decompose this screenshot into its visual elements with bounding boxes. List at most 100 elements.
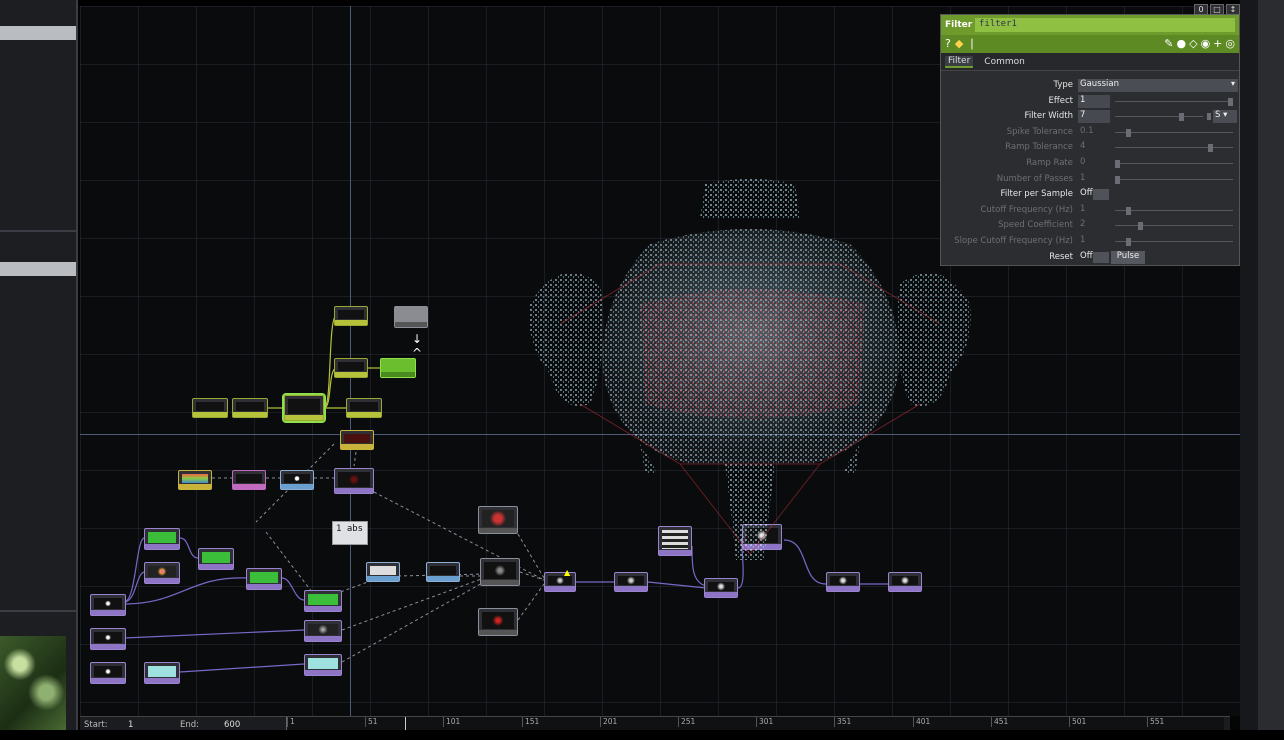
- timeline-ruler[interactable]: 1 51 101 151 201 251 301 351 401 451 501 551: [286, 717, 1224, 731]
- param-value-field[interactable]: 0.1: [1078, 126, 1110, 139]
- slider-handle[interactable]: [1126, 206, 1131, 215]
- top-node[interactable]: [826, 572, 860, 592]
- param-slider[interactable]: [1115, 238, 1233, 246]
- maximize-button[interactable]: □: [1210, 4, 1224, 15]
- param-slider[interactable]: [1115, 222, 1233, 231]
- type-menu[interactable]: Gaussian ▾: [1078, 79, 1238, 92]
- timeline-tick: 451: [991, 717, 1008, 727]
- left-pane-header-bar[interactable]: [0, 262, 76, 276]
- param-slider[interactable]: [1115, 144, 1233, 153]
- param-value-field[interactable]: 2: [1078, 219, 1110, 232]
- filter-width-handle[interactable]: [1207, 113, 1211, 121]
- param-slider[interactable]: [1115, 160, 1233, 168]
- param-row: Ramp Rate 0: [941, 157, 1241, 171]
- viewer-icon[interactable]: ◉: [1201, 38, 1211, 50]
- chop-node[interactable]: [232, 398, 268, 418]
- top-node[interactable]: [280, 470, 314, 490]
- chop-node[interactable]: [334, 306, 368, 326]
- top-node[interactable]: [144, 528, 180, 550]
- top-node[interactable]: [178, 470, 212, 490]
- param-slider[interactable]: [1115, 206, 1233, 215]
- pulse-button[interactable]: Pulse: [1111, 250, 1145, 264]
- param-value-field[interactable]: 1: [1078, 173, 1110, 186]
- top-node[interactable]: [144, 662, 180, 684]
- slider-handle[interactable]: [1208, 144, 1213, 153]
- left-pane-header-bar[interactable]: [0, 26, 76, 40]
- slider-handle[interactable]: [1138, 222, 1143, 231]
- info-icon[interactable]: ❘: [967, 38, 976, 50]
- top-node[interactable]: [478, 506, 518, 534]
- timeline-playhead[interactable]: [405, 717, 406, 731]
- abs-text-node[interactable]: 1 abs: [332, 521, 368, 545]
- collapse-button[interactable]: ↕: [1226, 4, 1240, 15]
- slider-handle[interactable]: [1179, 113, 1184, 122]
- param-slider[interactable]: [1115, 128, 1233, 137]
- chop-node[interactable]: [346, 398, 382, 418]
- param-row: Slope Cutoff Frequency (Hz) 1: [941, 235, 1241, 249]
- top-wire: [123, 629, 305, 639]
- top-node[interactable]: [888, 572, 922, 592]
- operator-name-field[interactable]: filter1: [975, 18, 1235, 32]
- top-node[interactable]: [340, 430, 374, 450]
- top-node[interactable]: [366, 562, 400, 582]
- param-value-field[interactable]: 1: [1078, 235, 1110, 248]
- slider-handle[interactable]: [1115, 175, 1120, 184]
- param-slider[interactable]: [1115, 113, 1203, 122]
- timeline-tick: 51: [365, 717, 378, 727]
- param-slider[interactable]: [1115, 97, 1233, 106]
- add-icon[interactable]: +: [1213, 38, 1222, 50]
- top-node[interactable]: [304, 654, 342, 676]
- top-node[interactable]: [426, 562, 460, 582]
- chop-node[interactable]: [192, 398, 228, 418]
- param-value-field[interactable]: 1: [1078, 204, 1110, 217]
- comment-icon[interactable]: ●: [1176, 38, 1186, 50]
- help-icon[interactable]: ?: [945, 38, 951, 50]
- top-node[interactable]: [198, 548, 234, 570]
- param-label: Spike Tolerance: [1006, 126, 1073, 137]
- top-node[interactable]: [90, 662, 126, 684]
- top-node[interactable]: [232, 470, 266, 490]
- top-node[interactable]: [614, 572, 648, 592]
- python-icon[interactable]: ◆: [955, 38, 963, 50]
- timeline-end-field[interactable]: 600: [224, 720, 240, 730]
- timeline-start-label: Start:: [84, 720, 108, 730]
- tab-common[interactable]: Common: [981, 57, 1028, 67]
- top-node[interactable]: [544, 572, 576, 592]
- dashed-wire: [341, 577, 485, 631]
- toggle-switch[interactable]: [1093, 251, 1109, 263]
- pencil-icon[interactable]: ✎: [1164, 38, 1173, 50]
- param-value-field[interactable]: 0: [1078, 157, 1110, 170]
- param-value-field[interactable]: 1: [1078, 94, 1110, 108]
- chop-node[interactable]: [334, 358, 368, 378]
- timeline-start-field[interactable]: 1: [128, 720, 133, 730]
- param-label: Cutoff Frequency (Hz): [980, 204, 1073, 215]
- toggle-switch[interactable]: [1093, 189, 1109, 201]
- slider-handle[interactable]: [1228, 97, 1233, 106]
- top-node[interactable]: [90, 594, 126, 616]
- null-node[interactable]: [394, 306, 428, 328]
- slider-handle[interactable]: [1126, 238, 1131, 246]
- pane-split-button[interactable]: 0: [1194, 4, 1208, 15]
- slider-handle[interactable]: [1126, 128, 1131, 137]
- top-node[interactable]: [90, 628, 126, 650]
- param-value-field[interactable]: 7: [1078, 110, 1110, 124]
- param-slider[interactable]: [1115, 175, 1233, 184]
- top-node[interactable]: [704, 578, 738, 598]
- top-node[interactable]: [246, 568, 282, 590]
- top-node[interactable]: [478, 608, 518, 636]
- timeline-tick: 551: [1147, 717, 1164, 727]
- filter1-node-selected[interactable]: [282, 393, 326, 423]
- top-node[interactable]: [480, 558, 520, 586]
- chop-output-node[interactable]: [380, 358, 416, 378]
- top-node[interactable]: [304, 590, 342, 612]
- target-icon[interactable]: ◎: [1225, 38, 1235, 50]
- eraser-icon[interactable]: ◇: [1189, 38, 1197, 50]
- param-value-field[interactable]: 4: [1078, 141, 1110, 154]
- slider-handle[interactable]: [1115, 160, 1120, 168]
- top-node[interactable]: [334, 468, 374, 494]
- top-node[interactable]: [144, 562, 180, 584]
- top-node[interactable]: [304, 620, 342, 642]
- point-cloud-viewer[interactable]: [520, 174, 980, 560]
- filter-width-unit-menu[interactable]: S ▾: [1213, 110, 1237, 124]
- tab-filter[interactable]: Filter: [945, 55, 974, 68]
